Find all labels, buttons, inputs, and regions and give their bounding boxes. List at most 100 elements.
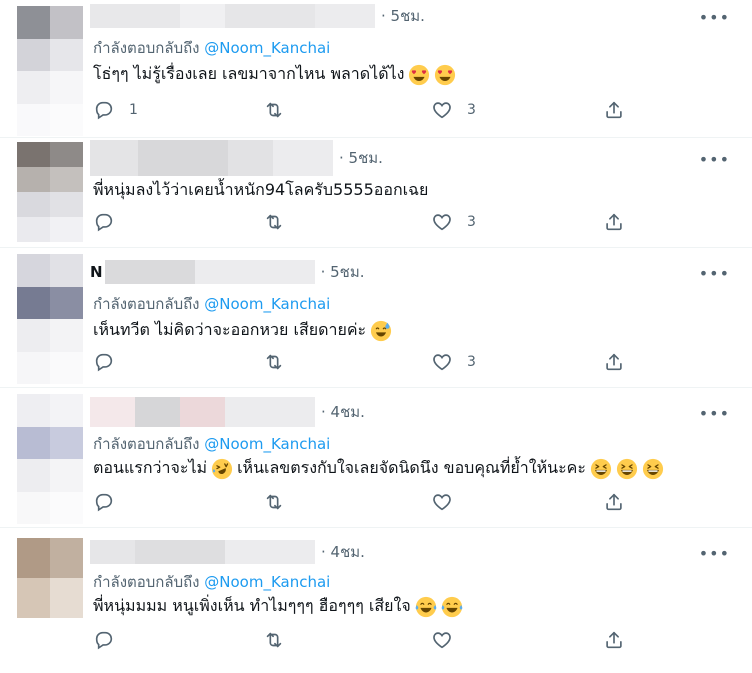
tweet-actions: 3: [93, 211, 633, 239]
blurred-display-name[interactable]: [90, 140, 333, 176]
like-button[interactable]: [431, 491, 453, 513]
avatar[interactable]: [17, 394, 83, 524]
reply-tweet[interactable]: · 4ชม. ••• กำลังตอบกลับถึง @Noom_Kanchai…: [0, 388, 752, 528]
like-count: 3: [467, 354, 476, 370]
tweet-actions: 1 3: [93, 99, 633, 127]
avatar[interactable]: [17, 142, 83, 242]
tweet-text: ตอนแรกว่าจะไม่ เห็นเลขตรงกับใจเลยจัดนิดน…: [93, 456, 664, 481]
retweet-icon: [263, 491, 285, 513]
reply-button[interactable]: [93, 629, 115, 651]
tweet-text: โธ่ๆๆ ไม่รู้เรื่องเลย เลขมาจากไหน พลาดได…: [93, 62, 456, 87]
retweet-icon: [263, 99, 285, 121]
timestamp[interactable]: · 4ชม.: [321, 540, 365, 564]
like-count: 3: [467, 214, 476, 230]
replying-to-label: กำลังตอบกลับถึง: [93, 435, 200, 453]
tweet-actions: 3: [93, 351, 633, 379]
share-icon: [603, 211, 625, 233]
share-icon: [603, 351, 625, 373]
share-icon: [603, 491, 625, 513]
timestamp[interactable]: · 4ชม.: [321, 400, 365, 424]
tweet-text: พี่หนุ่มมมม หนูเพิ่งเห็น ทำไมๆๆๆ ฮือๆๆๆ …: [93, 594, 463, 619]
like-button[interactable]: 3: [431, 211, 476, 233]
reply-tweet[interactable]: N · 5ชม. ••• กำลังตอบกลับถึง @Noom_Kanch…: [0, 248, 752, 388]
heart-icon: [431, 211, 453, 233]
heart-icon: [431, 629, 453, 651]
tweet-text-content: พี่หนุ่มลงไว้ว่าเคยน้ำหนัก94โลครับ5555ออ…: [93, 180, 429, 199]
reply-button[interactable]: [93, 491, 115, 513]
replying-to: กำลังตอบกลับถึง @Noom_Kanchai: [93, 570, 330, 594]
mention-link[interactable]: @Noom_Kanchai: [204, 39, 330, 57]
tweet-header: N · 5ชม.: [90, 260, 364, 284]
reply-icon: [93, 629, 115, 651]
blurred-display-name[interactable]: [104, 260, 315, 284]
tweet-text-content: โธ่ๆๆ ไม่รู้เรื่องเลย เลขมาจากไหน พลาดได…: [93, 64, 405, 83]
tweet-text-content: เห็นทวีต ไม่คิดว่าจะออกหวย เสียดายค่ะ: [93, 320, 367, 339]
mention-link[interactable]: @Noom_Kanchai: [204, 295, 330, 313]
reply-tweet[interactable]: · 5ชม. ••• กำลังตอบกลับถึง @Noom_Kanchai…: [0, 0, 752, 138]
tweet-text: เห็นทวีต ไม่คิดว่าจะออกหวย เสียดายค่ะ: [93, 318, 392, 343]
heart-icon: [431, 351, 453, 373]
tweet-header: · 4ชม.: [90, 397, 365, 427]
share-icon: [603, 629, 625, 651]
tweet-header: · 5ชม.: [90, 140, 383, 176]
share-button[interactable]: [603, 351, 625, 373]
like-button[interactable]: 3: [431, 351, 476, 373]
retweet-button[interactable]: [263, 629, 285, 651]
avatar[interactable]: [17, 6, 83, 136]
share-button[interactable]: [603, 99, 625, 121]
heart-eyes-emoji: [434, 64, 456, 86]
grin-squint-emoji: [642, 458, 664, 480]
like-button[interactable]: [431, 629, 453, 651]
tweet-text-content-start: ตอนแรกว่าจะไม่: [93, 458, 208, 477]
tweet-header: · 4ชม.: [90, 540, 365, 564]
reply-icon: [93, 491, 115, 513]
reply-icon: [93, 351, 115, 373]
reply-icon: [93, 211, 115, 233]
timestamp[interactable]: · 5ชม.: [381, 4, 425, 28]
retweet-icon: [263, 629, 285, 651]
reply-tweet[interactable]: · 5ชม. ••• พี่หนุ่มลงไว้ว่าเคยน้ำหนัก94โ…: [0, 138, 752, 248]
reply-tweet[interactable]: · 4ชม. ••• กำลังตอบกลับถึง @Noom_Kanchai…: [0, 528, 752, 673]
timestamp[interactable]: · 5ชม.: [339, 146, 383, 170]
retweet-icon: [263, 351, 285, 373]
reply-button[interactable]: [93, 211, 115, 233]
reply-button[interactable]: 1: [93, 99, 138, 121]
blurred-display-name[interactable]: [90, 540, 315, 564]
more-icon[interactable]: •••: [699, 544, 730, 563]
share-icon: [603, 99, 625, 121]
more-icon[interactable]: •••: [699, 150, 730, 169]
tweet-text-content-end: เห็นเลขตรงกับใจเลยจัดนิดนึง ขอบคุณที่ย้ำ…: [237, 458, 586, 477]
retweet-button[interactable]: [263, 211, 285, 233]
avatar[interactable]: [17, 538, 83, 618]
heart-icon: [431, 99, 453, 121]
replying-to: กำลังตอบกลับถึง @Noom_Kanchai: [93, 292, 330, 316]
reply-button[interactable]: [93, 351, 115, 373]
display-name-initial[interactable]: N: [90, 263, 103, 281]
mention-link[interactable]: @Noom_Kanchai: [204, 573, 330, 591]
share-button[interactable]: [603, 491, 625, 513]
retweet-button[interactable]: [263, 351, 285, 373]
timestamp[interactable]: · 5ชม.: [321, 260, 365, 284]
retweet-icon: [263, 211, 285, 233]
retweet-button[interactable]: [263, 99, 285, 121]
like-button[interactable]: 3: [431, 99, 476, 121]
more-icon[interactable]: •••: [699, 264, 730, 283]
replying-to: กำลังตอบกลับถึง @Noom_Kanchai: [93, 36, 330, 60]
avatar[interactable]: [17, 254, 83, 384]
replying-to: กำลังตอบกลับถึง @Noom_Kanchai: [93, 432, 330, 456]
reply-icon: [93, 99, 115, 121]
joy-emoji: [415, 596, 437, 618]
blurred-display-name[interactable]: [90, 397, 315, 427]
share-button[interactable]: [603, 211, 625, 233]
blurred-display-name[interactable]: [90, 4, 375, 28]
more-icon[interactable]: •••: [699, 8, 730, 27]
retweet-button[interactable]: [263, 491, 285, 513]
tweet-actions: [93, 491, 633, 519]
mention-link[interactable]: @Noom_Kanchai: [204, 435, 330, 453]
heart-eyes-emoji: [408, 64, 430, 86]
tweet-header: · 5ชม.: [90, 4, 425, 28]
more-icon[interactable]: •••: [699, 404, 730, 423]
share-button[interactable]: [603, 629, 625, 651]
sweat-smile-emoji: [370, 320, 392, 342]
like-count: 3: [467, 102, 476, 118]
